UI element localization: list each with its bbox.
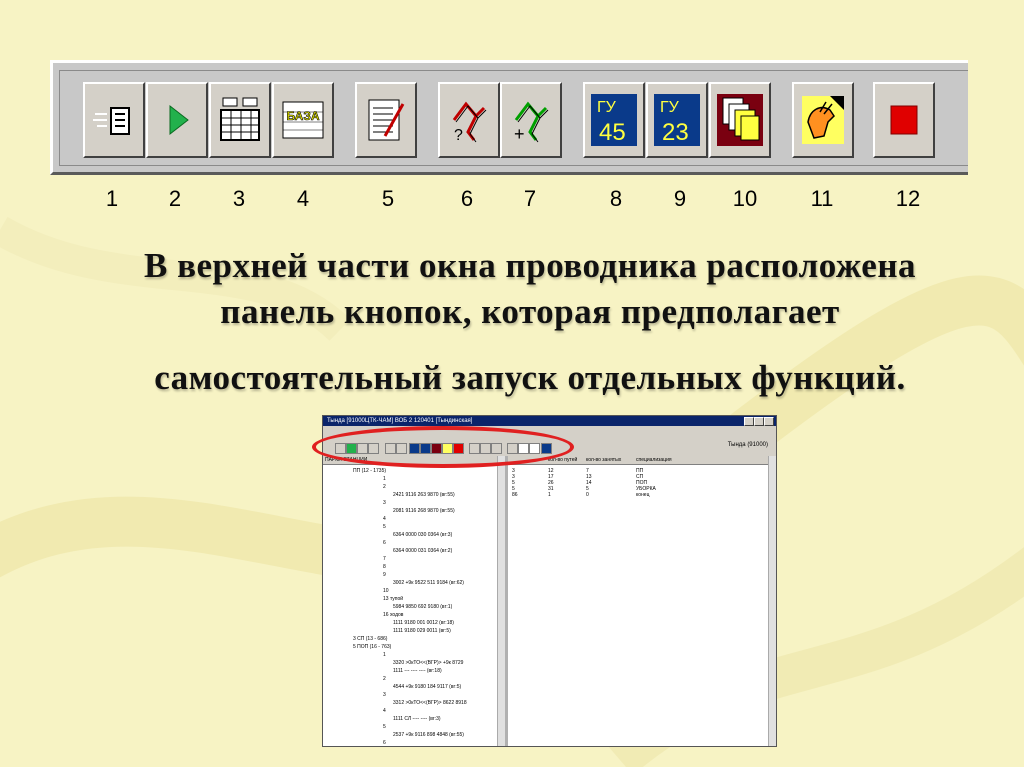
tree-row[interactable]: 1 [383, 476, 386, 482]
list-exit-icon [93, 107, 130, 135]
svg-text:ГУ: ГУ [660, 99, 680, 116]
tree-row[interactable]: 3002 +9к 9522 511 9184 (вг:62) [393, 580, 464, 586]
window-title: Тында [91000ЦТК-ЧАМ] ВОБ 2 120401 [Тынди… [323, 416, 776, 426]
details-panel: кол-во путей кол-во занятых специализаци… [508, 456, 776, 746]
button-toolbar: БАЗА ? + ГУ 45 ГУ 23 [50, 60, 968, 175]
details-cell: 1 [548, 492, 551, 498]
svg-text:+: + [514, 124, 525, 144]
toolbar-button-7[interactable]: + [500, 82, 562, 158]
edit-notes-icon [368, 99, 405, 141]
tree-row[interactable]: 1111 9180 001 0012 (вг:18) [393, 620, 454, 626]
svg-text:23: 23 [662, 119, 689, 146]
toolbar-button-9[interactable]: ГУ 23 [646, 82, 708, 158]
tree-row[interactable]: 1111 СЛ ---- ---- (вг:3) [393, 716, 441, 722]
tree-row[interactable]: 2537 +9к 9116 898 4848 (вг:55) [393, 732, 464, 738]
toolbar-button-8[interactable]: ГУ 45 [583, 82, 645, 158]
svg-text:БАЗА: БАЗА [286, 109, 319, 123]
tree-row[interactable]: 4 [383, 516, 386, 522]
tree-row[interactable]: 6364 0000 031 0364 (вг:2) [393, 548, 452, 554]
toolbar-button-10[interactable] [709, 82, 771, 158]
tree-row[interactable]: 1 [383, 652, 386, 658]
tree-row[interactable]: 1111 9180 029 0011 (вг:5) [393, 628, 451, 634]
tree-row[interactable]: 3 [383, 692, 386, 698]
button-number-11: 11 [810, 186, 834, 211]
tree-row[interactable]: 6 [383, 740, 386, 746]
tree-panel: ПАРКИ СТАНЦИИ ПП (12 - 1735) 1 2 2421 9116 … [323, 456, 508, 746]
details-cell: 0 [586, 492, 589, 498]
tree-row[interactable]: 9 [383, 572, 386, 578]
tree-row[interactable]: 5 [383, 724, 386, 730]
close-button[interactable] [764, 417, 774, 426]
tree-row[interactable]: 3 СП (13 - 686) [353, 636, 387, 642]
button-number-9: 9 [673, 186, 687, 211]
gu45-icon: ГУ 45 [591, 94, 637, 146]
toolbar-button-2[interactable] [146, 82, 208, 158]
spreadsheet-icon [220, 97, 260, 141]
toolbar-button-5[interactable] [355, 82, 417, 158]
tree-row[interactable]: ПП (12 - 1735) [353, 468, 386, 474]
tree-row[interactable]: 6364 0000 030 0364 (вг:3) [393, 532, 452, 538]
stop-icon [890, 105, 918, 135]
tree-row[interactable]: 2081 9116 268 9870 (вг:55) [393, 508, 455, 514]
highlight-ellipse [312, 426, 574, 468]
tree-row[interactable]: 2 [383, 676, 386, 682]
details-scrollbar[interactable] [768, 456, 776, 746]
tree-row[interactable]: 2421 9116 263 9870 (вг:55) [393, 492, 455, 498]
button-number-10: 10 [732, 186, 758, 211]
button-number-8: 8 [609, 186, 623, 211]
route-add-icon: + [514, 101, 549, 144]
toolbar-button-12[interactable] [873, 82, 935, 158]
button-number-5: 5 [381, 186, 395, 211]
svg-text:45: 45 [599, 119, 626, 146]
gu23-icon: ГУ 23 [654, 94, 700, 146]
col-header-specialization: специализация [636, 457, 672, 463]
tree-row[interactable]: 4 [383, 708, 386, 714]
tree-row[interactable]: 5984 9850 692 9180 (вг:1) [393, 604, 452, 610]
caption-line-2: панель кнопок, которая предполагает [220, 292, 840, 331]
col-header-occupied: кол-во занятых [586, 457, 622, 463]
tree-row[interactable]: 4544 +9к 9180 184 9117 (вг:5) [393, 684, 461, 690]
tree-row[interactable]: 6 [383, 540, 386, 546]
tree-row[interactable]: 3 [383, 500, 386, 506]
button-number-6: 6 [460, 186, 474, 211]
station-label: Тында (91000) [727, 442, 768, 448]
shunting-hand-icon [802, 96, 844, 144]
button-number-2: 2 [168, 186, 182, 211]
svg-text:ГУ: ГУ [597, 99, 617, 116]
button-number-7: 7 [523, 186, 537, 211]
details-cell: конец [636, 492, 650, 498]
tree-row[interactable]: 8 [383, 564, 386, 570]
button-number-1: 1 [105, 186, 119, 211]
details-cell: 86 [512, 492, 518, 498]
toolbar-button-6[interactable]: ? [438, 82, 500, 158]
slide: { "toolbar": { "buttons": [ {"num": "1",… [0, 0, 1024, 767]
tree-row[interactable]: 13 тупой [383, 596, 403, 602]
caption-line-1: В верхней части окна проводника располож… [143, 246, 916, 285]
tree-row[interactable]: 5 [383, 524, 386, 530]
minimize-button[interactable] [744, 417, 754, 426]
tree-row[interactable]: 3320 >0кТО<<(ВГР)> +9к 8729 [393, 660, 463, 666]
toolbar-button-4[interactable]: БАЗА [272, 82, 334, 158]
tree-row[interactable]: 3312 >0кТО<<(ВГР)> 8622 8918 [393, 700, 467, 706]
toolbar-button-1[interactable] [83, 82, 145, 158]
database-icon: БАЗА [282, 101, 324, 139]
tree-row[interactable]: 16 ходов [383, 612, 403, 618]
maximize-button[interactable] [754, 417, 764, 426]
button-number-12: 12 [895, 186, 921, 211]
caption-line-3: самостоятельный запуск отдельных функций… [154, 358, 906, 397]
tree-row[interactable]: 1111 --- ---- ---- (вг:18) [393, 668, 442, 674]
tree-scrollbar[interactable] [497, 456, 505, 746]
button-number-4: 4 [296, 186, 310, 211]
toolbar-button-11[interactable] [792, 82, 854, 158]
tree-row[interactable]: 10 [383, 588, 389, 594]
route-query-icon: ? [452, 101, 487, 144]
tree-row[interactable]: 5 ПОП (16 - 763) [353, 644, 391, 650]
stacked-docs-icon [717, 94, 763, 146]
tree-row[interactable]: 7 [383, 556, 386, 562]
button-number-3: 3 [232, 186, 246, 211]
tree-row[interactable]: 2 [383, 484, 386, 490]
toolbar-button-3[interactable] [209, 82, 271, 158]
svg-text:?: ? [454, 127, 463, 144]
play-icon [169, 104, 189, 136]
